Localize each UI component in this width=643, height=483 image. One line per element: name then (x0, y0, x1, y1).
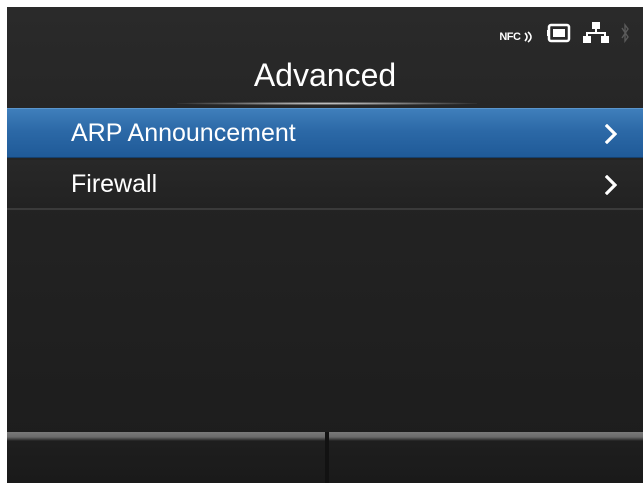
menu-item-label: ARP Announcement (71, 118, 296, 147)
bluetooth-icon (621, 22, 629, 49)
menu-item-firewall[interactable]: Firewall (7, 160, 643, 210)
softkey-right[interactable] (329, 432, 643, 483)
menu-item-label: Firewall (71, 169, 158, 198)
network-icon (583, 21, 609, 49)
nfc-icon: NFC (499, 31, 535, 43)
chevron-right-icon (605, 175, 617, 195)
status-bar: NFC (499, 21, 629, 49)
page-title: Advanced (253, 57, 397, 93)
printer-display: NFC Advanced ARP Announcement Firewall (7, 7, 643, 483)
menu-item-arp-announcement[interactable]: ARP Announcement (7, 108, 643, 158)
nfc-label: NFC (499, 31, 521, 43)
chevron-right-icon (605, 124, 617, 144)
title-underline (177, 102, 477, 105)
sd-card-icon (547, 23, 571, 48)
softkey-bar (7, 432, 643, 483)
softkey-left[interactable] (7, 432, 325, 483)
